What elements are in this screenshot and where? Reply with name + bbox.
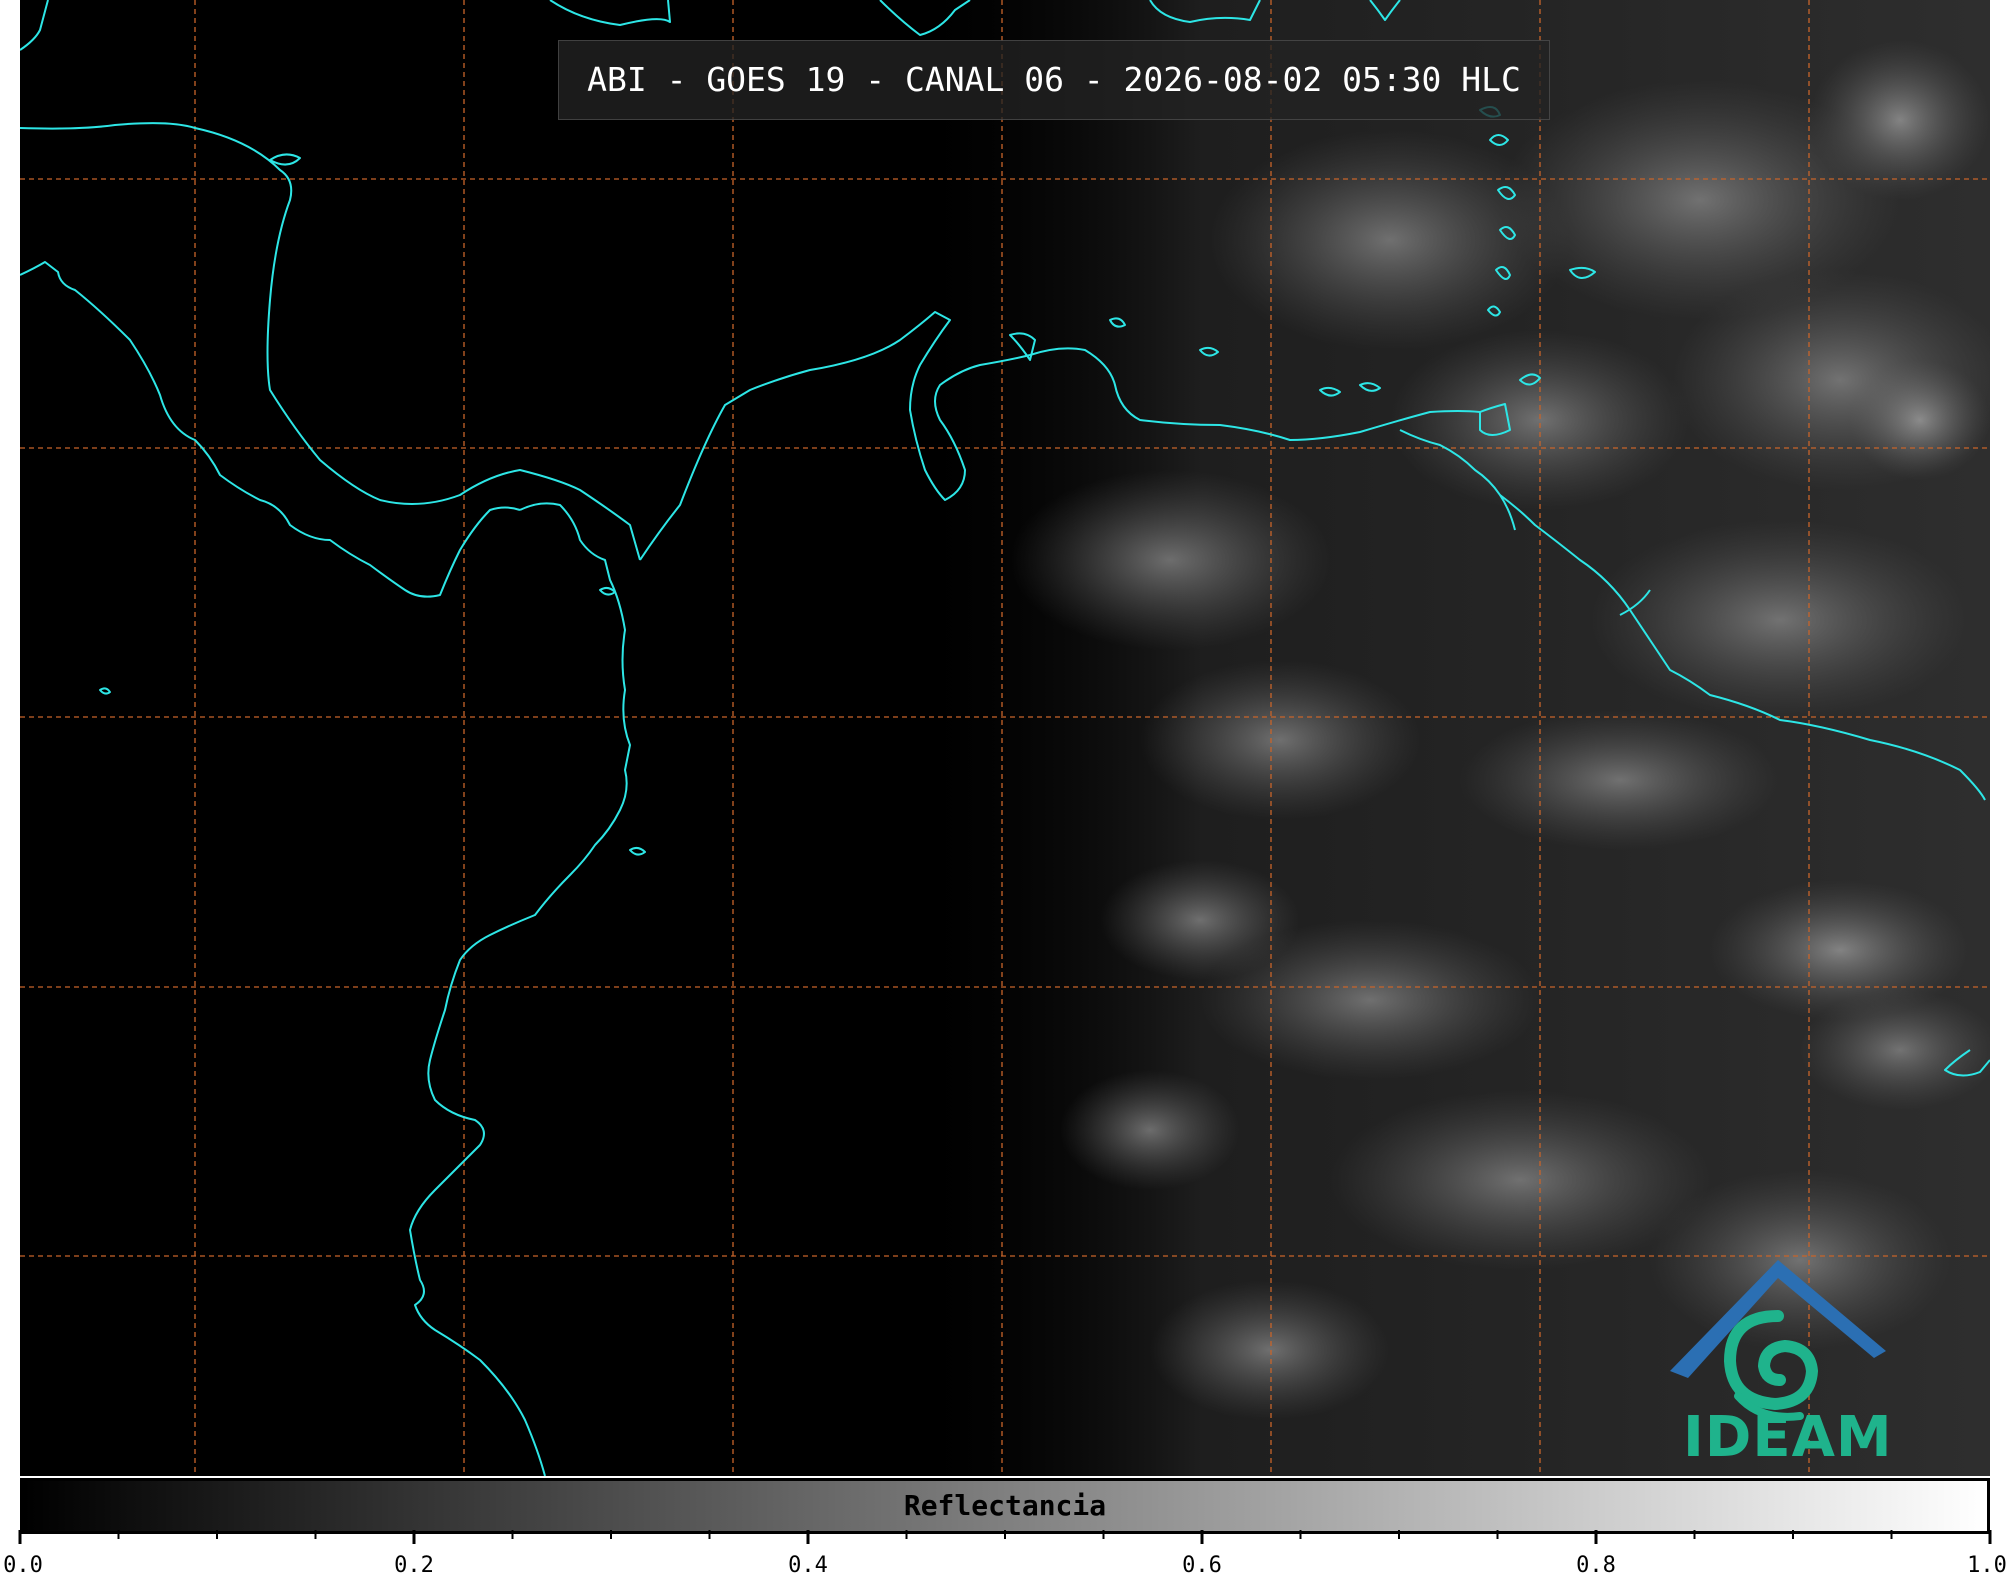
colorbar-tick-label: 0.0 bbox=[3, 1553, 43, 1578]
satellite-image-panel: ABI - GOES 19 - CANAL 06 - 2026-08-02 05… bbox=[20, 0, 1990, 1476]
colorbar-tick-label: 0.4 bbox=[788, 1553, 828, 1578]
colorbar-tick-label: 0.8 bbox=[1576, 1553, 1616, 1578]
colorbar-tick-label: 0.2 bbox=[394, 1553, 434, 1578]
map-title: ABI - GOES 19 - CANAL 06 - 2026-08-02 05… bbox=[587, 60, 1521, 99]
logo-text: IDEAM bbox=[1683, 1405, 1893, 1470]
satellite-map bbox=[20, 0, 1990, 1476]
colorbar-label: Reflectancia bbox=[903, 1489, 1107, 1522]
title-box: ABI - GOES 19 - CANAL 06 - 2026-08-02 05… bbox=[558, 40, 1550, 120]
colorbar: Reflectancia bbox=[20, 1478, 1990, 1534]
colorbar-tick-label: 0.6 bbox=[1182, 1553, 1222, 1578]
logo-swirl-icon bbox=[1723, 1310, 1819, 1421]
colorbar-tick-label: 1.0 bbox=[1967, 1553, 2007, 1578]
colorbar-ticks bbox=[18, 1530, 1992, 1544]
